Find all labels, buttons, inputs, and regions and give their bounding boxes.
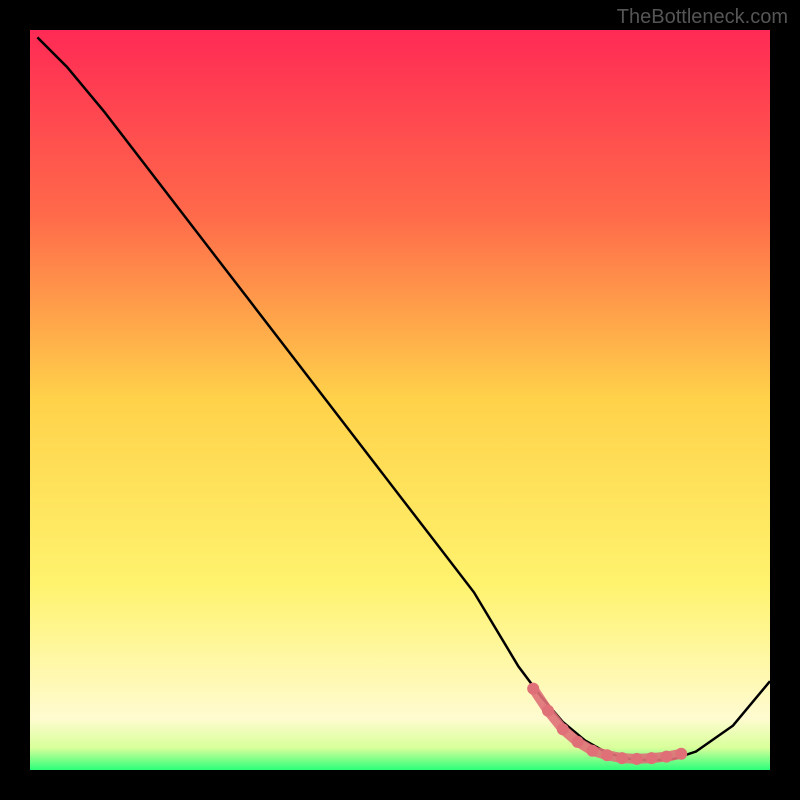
plot-area	[30, 30, 770, 770]
watermark-text: TheBottleneck.com	[617, 6, 788, 29]
optimal-zone-marker	[586, 745, 598, 757]
optimal-zone-marker	[660, 751, 672, 763]
optimal-zone-marker	[646, 752, 658, 764]
optimal-zone-marker	[675, 748, 687, 760]
chart-container: TheBottleneck.com	[0, 0, 800, 800]
optimal-zone-marker	[631, 753, 643, 765]
optimal-zone-marker	[572, 736, 584, 748]
optimal-zone-marker	[527, 683, 539, 695]
chart-svg	[30, 30, 770, 770]
optimal-zone-marker	[557, 723, 569, 735]
gradient-background	[30, 30, 770, 770]
optimal-zone-marker	[601, 749, 613, 761]
optimal-zone-marker	[616, 752, 628, 764]
optimal-zone-marker	[542, 705, 554, 717]
